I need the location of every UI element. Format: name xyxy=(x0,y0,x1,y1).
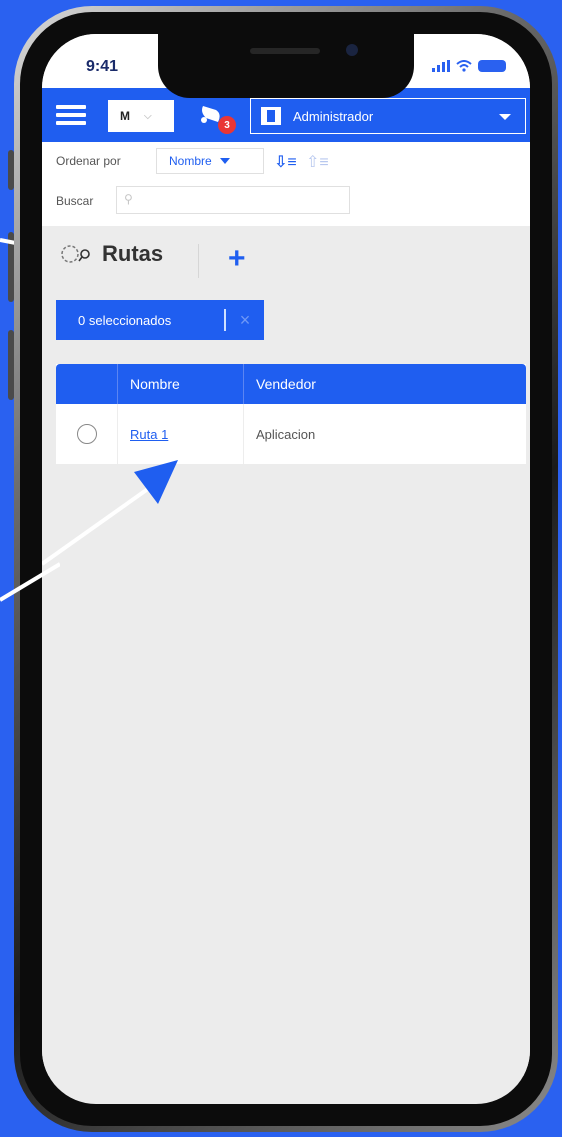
sort-label: Ordenar por xyxy=(56,154,121,168)
select-column-header xyxy=(56,364,118,404)
column-header-nombre[interactable]: Nombre xyxy=(118,364,244,404)
battery-icon xyxy=(478,60,506,72)
notch xyxy=(158,34,414,98)
company-select[interactable]: M ⌵ xyxy=(108,100,174,132)
clear-selection-button[interactable]: × xyxy=(226,310,264,331)
dropdown-arrow-icon xyxy=(499,114,511,120)
column-header-vendedor[interactable]: Vendedor xyxy=(244,364,526,404)
page-header: Rutas xyxy=(60,240,163,268)
status-icons xyxy=(432,60,506,72)
user-role-label: Administrador xyxy=(293,108,374,124)
sort-ascending-icon[interactable]: ⇧≡ xyxy=(306,152,329,172)
sort-select-value: Nombre xyxy=(169,154,212,168)
selection-count: 0 seleccionados xyxy=(78,312,172,328)
add-route-button[interactable]: + xyxy=(228,244,246,274)
screen: 9:41 M ⌵ 3 Administrador Ordenar por Nom… xyxy=(42,34,530,1104)
route-icon xyxy=(61,245,90,263)
dropdown-arrow-icon xyxy=(219,158,230,164)
user-role-select[interactable]: Administrador xyxy=(250,98,526,134)
search-label: Buscar xyxy=(56,194,94,208)
table-header: Nombre Vendedor xyxy=(56,364,526,404)
wifi-icon xyxy=(456,60,472,72)
pointer-arrow-icon xyxy=(0,562,60,602)
company-select-value: M xyxy=(120,109,130,123)
status-time: 9:41 xyxy=(86,58,119,75)
pointer-arrow-icon xyxy=(42,460,178,566)
route-seller: Aplicacion xyxy=(256,426,316,442)
search-input[interactable] xyxy=(116,186,350,214)
search-icon: ⚲ xyxy=(124,192,133,206)
main-content: Rutas + 0 seleccionados × Nombre Vendedo… xyxy=(42,226,530,1076)
page-title: Rutas xyxy=(102,241,164,266)
menu-icon[interactable] xyxy=(56,105,86,125)
sort-select[interactable]: Nombre xyxy=(156,148,264,174)
notification-badge: 3 xyxy=(218,116,236,134)
user-icon xyxy=(261,107,281,125)
selection-bar: 0 seleccionados × xyxy=(56,300,264,340)
list-controls: Ordenar por Nombre ⇩≡ ⇧≡ Buscar ⚲ xyxy=(42,142,530,226)
sort-descending-icon[interactable]: ⇩≡ xyxy=(274,152,297,172)
signal-icon xyxy=(432,60,450,72)
phone-frame: 9:41 M ⌵ 3 Administrador Ordenar por Nom… xyxy=(14,6,558,1132)
divider xyxy=(198,244,199,278)
chevron-down-icon: ⌵ xyxy=(144,110,152,122)
row-select-radio[interactable] xyxy=(76,424,97,444)
